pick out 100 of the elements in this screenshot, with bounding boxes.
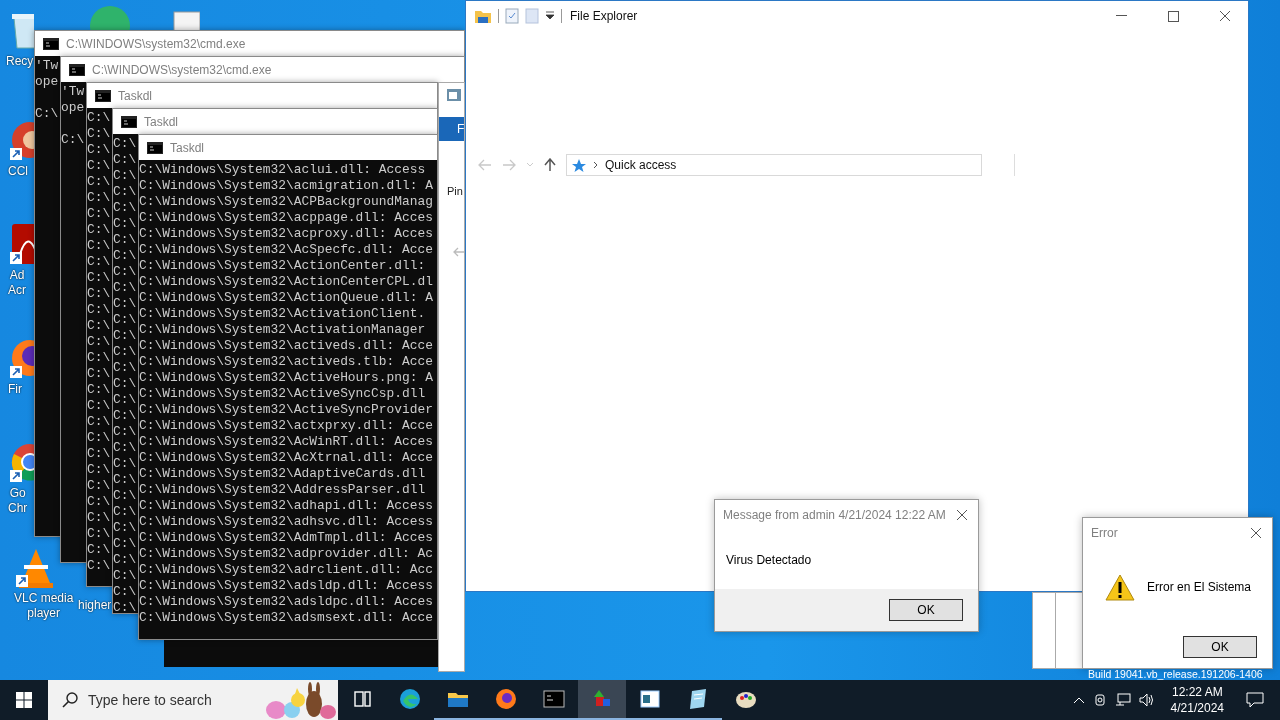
console-line: C:\Windows\System32\acmigration.dll: A [139,178,433,194]
desktop-icon-label[interactable]: CCl [8,164,28,179]
window-title: C:\WINDOWS\system32\cmd.exe [92,62,272,77]
console-line: C:\Windows\System32\adsmsext.dll: Acce [139,610,433,626]
search-field[interactable]: Type here to search [48,680,338,720]
console-line: C:\Windows\System32\ActiveSyncCsp.dll [139,386,426,402]
network-icon[interactable] [1114,693,1131,707]
clock[interactable]: 12:22 AM 4/21/2024 [1162,684,1232,716]
console-line: C:\ [87,142,111,158]
console-line: C:\ [113,488,137,504]
console-line: C:\Windows\System32\AdmTmpl.dll: Acces [139,530,433,546]
ok-button[interactable]: OK [889,599,963,621]
console-line: C:\Windows\System32\ActivationClient. [139,306,426,322]
speaker-icon[interactable] [1138,693,1155,707]
console-line: ope [35,74,59,90]
console-line: C:\Windows\System32\adsldp.dll: Access [139,578,433,594]
window-title: Taskdl [170,140,204,155]
up-arrow-icon[interactable] [544,158,556,172]
console-line: C:\Windows\System32\activeds.tlb: Acce [139,354,433,370]
console-line: C:\ [87,382,111,398]
console-line: C:\ [113,472,137,488]
console-line: C:\ [113,328,137,344]
minimize-icon [1115,15,1127,17]
console-line: C:\Windows\System32\ACPBackgroundManag [139,194,433,210]
console-line: C:\ [87,318,111,334]
window-title: File Explorer [570,9,638,23]
console-icon [43,37,59,50]
firefox-icon [494,687,518,711]
console-icon [95,89,111,102]
folder-icon[interactable] [474,8,492,24]
console-line: C:\Windows\System32\adprovider.dll: Ac [139,546,433,562]
console-line: C:\ [113,600,137,613]
console-icon [147,141,163,154]
console-line: C:\ [113,136,137,152]
console-line: C:\ [87,238,111,254]
desktop-icon-label[interactable]: Acr [8,283,26,298]
console-line: C:\ [87,270,111,286]
console-icon [121,115,137,128]
desktop-icon-label[interactable]: player [27,606,61,621]
console-line: C:\ [87,286,111,302]
desktop-icon-label[interactable]: Go [9,486,26,501]
window-title: Taskdl [118,88,152,103]
close-icon[interactable] [956,509,968,521]
desktop-icon-label[interactable]: Ad [9,268,25,283]
console-line: C:\ [113,568,137,584]
build-text: Build 19041.vb_release.191206-1406 [1088,668,1263,680]
console-line: C:\ [113,440,137,456]
ok-button[interactable]: OK [1183,636,1257,658]
ribbon-tab[interactable]: F [439,117,464,141]
console-line: C:\ [87,478,111,494]
console-line: C:\Windows\System32\ActivationManager [139,322,426,338]
console-line: 'Tw [35,58,59,74]
console-line: C:\Windows\System32\ActionCenterCPL.dl [139,274,433,290]
desktop-icon-label[interactable]: VLC media [14,591,74,606]
desktop-icon-label[interactable]: Chr [8,501,28,516]
console-line: C:\ [87,174,111,190]
console-line: C:\ [113,408,137,424]
console-line: C:\Windows\System32\aclui.dll: Access [139,162,426,178]
chevron-up-icon[interactable] [1072,696,1085,704]
chevron-right-icon [593,161,599,169]
console-line: C:\Windows\System32\AdaptiveCards.dll [139,466,426,482]
console-prompt: C:\ [35,106,59,122]
console-line: C:\ [87,206,111,222]
console-line: C:\ [87,398,111,414]
console-line: C:\ [87,510,111,526]
window-icon [638,687,662,711]
console-line: ope [61,100,85,116]
console-line: C:\ [87,222,111,238]
console-line: C:\ [87,190,111,206]
console-line: C:\ [87,254,111,270]
console-line: C:\ [87,526,111,542]
console-line: C:\ [113,280,137,296]
desktop-icon-label[interactable]: Fir [8,382,22,397]
close-icon[interactable] [1250,527,1262,539]
console-line: C:\ [113,296,137,312]
console-icon [69,63,85,76]
windows-logo-icon [16,692,32,708]
console-line: C:\Windows\System32\AcSpecfc.dll: Acce [139,242,433,258]
checklist-icon[interactable] [505,8,519,24]
console-line: C:\ [113,376,137,392]
console-line: C:\ [113,216,137,232]
dialog-title: Message from admin 4/21/2024 12:22 AM [723,508,946,522]
console-line: C:\ [113,184,137,200]
desktop-icon-label[interactable]: higher [78,598,112,613]
console-line: C:\Windows\System32\ActionQueue.dll: A [139,290,433,306]
console-line: C:\Windows\System32\actxprxy.dll: Acce [139,418,433,434]
console-line: C:\ [113,312,137,328]
console-line: C:\ [87,366,111,382]
dialog-message: Error en El Sistema [1147,580,1252,594]
warning-icon [1105,573,1135,601]
caret-icon[interactable] [545,11,555,21]
desktop-icon-label[interactable]: Recy [6,54,34,69]
address-bar[interactable]: Quick access [566,154,982,176]
window-title: Taskdl [144,114,178,129]
console-line: C:\Windows\System32\ActionCenter.dll: [139,258,426,274]
console-line: C:\Windows\System32\adrclient.dll: Acc [139,562,433,578]
notification-icon[interactable] [1246,692,1264,708]
console-line: C:\ [87,158,111,174]
console-icon [542,687,566,711]
device-icon[interactable] [1092,692,1107,708]
